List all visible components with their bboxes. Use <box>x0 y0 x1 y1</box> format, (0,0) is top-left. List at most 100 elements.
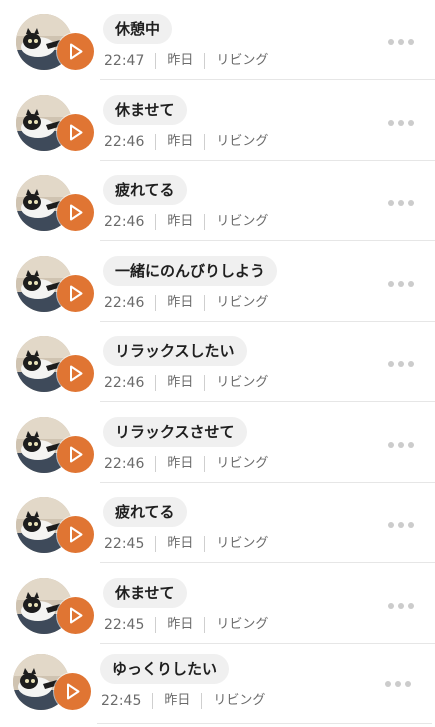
voice-message-row[interactable]: リラックスさせて 22:46 昨日 リビング <box>0 403 435 483</box>
voice-message-row[interactable]: 休ませて 22:45 昨日 リビング <box>0 564 435 644</box>
message-meta: 22:46 昨日 リビング <box>104 132 268 152</box>
meta-divider <box>155 134 157 150</box>
message-meta: 22:46 昨日 リビング <box>104 454 268 474</box>
meta-divider <box>204 456 206 472</box>
voice-message-row[interactable]: 疲れてる 22:46 昨日 リビング <box>0 161 435 241</box>
more-button[interactable] <box>388 197 414 209</box>
row-divider <box>100 401 435 402</box>
play-icon <box>70 124 83 141</box>
message-time: 22:45 <box>101 693 142 709</box>
play-icon <box>67 683 80 700</box>
voice-message-row[interactable]: 一緒にのんびりしよう 22:46 昨日 リビング <box>0 242 435 322</box>
message-bubble: 休憩中 <box>103 14 173 44</box>
play-icon <box>70 526 83 543</box>
message-room: リビング <box>216 456 269 471</box>
message-meta: 22:45 昨日 リビング <box>104 615 268 635</box>
play-button[interactable] <box>54 673 91 710</box>
meta-divider <box>155 375 157 391</box>
message-meta: 22:45 昨日 リビング <box>104 534 268 554</box>
more-button[interactable] <box>385 678 411 690</box>
message-meta: 22:46 昨日 リビング <box>104 373 268 393</box>
meta-divider <box>155 295 157 311</box>
play-icon <box>70 607 83 624</box>
message-bubble: リラックスさせて <box>103 417 247 447</box>
voice-message-row[interactable]: 休ませて 22:46 昨日 リビング <box>0 81 435 161</box>
message-bubble: 疲れてる <box>103 175 187 205</box>
play-icon <box>70 285 83 302</box>
meta-divider <box>155 214 157 230</box>
more-button[interactable] <box>388 519 414 531</box>
more-button[interactable] <box>388 117 414 129</box>
more-button[interactable] <box>388 278 414 290</box>
message-date: 昨日 <box>167 375 194 390</box>
message-room: リビング <box>216 375 269 390</box>
message-room: リビング <box>216 295 269 310</box>
meta-divider <box>204 375 206 391</box>
message-bubble: リラックスしたい <box>103 336 247 366</box>
meta-divider <box>155 617 157 633</box>
message-time: 22:46 <box>104 214 145 230</box>
message-room: リビング <box>216 536 269 551</box>
meta-divider <box>204 536 206 552</box>
play-button[interactable] <box>57 194 94 231</box>
message-date: 昨日 <box>167 295 194 310</box>
meta-divider <box>204 53 206 69</box>
play-icon <box>70 365 83 382</box>
message-bubble: ゆっくりしたい <box>100 654 230 684</box>
message-room: リビング <box>213 693 266 708</box>
message-meta: 22:46 昨日 リビング <box>104 293 268 313</box>
voice-message-row[interactable]: ゆっくりしたい 22:45 昨日 リビング <box>0 644 432 724</box>
play-button[interactable] <box>57 33 94 70</box>
voice-message-row[interactable]: 休憩中 22:47 昨日 リビング <box>0 0 435 80</box>
play-button[interactable] <box>57 275 94 312</box>
play-button[interactable] <box>57 355 94 392</box>
meta-divider <box>201 693 203 709</box>
message-date: 昨日 <box>167 456 194 471</box>
more-dots-icon <box>388 39 394 45</box>
message-bubble: 疲れてる <box>103 497 187 527</box>
play-button[interactable] <box>57 436 94 473</box>
more-dots-icon <box>388 442 394 448</box>
row-divider <box>100 79 435 80</box>
message-bubble: 一緒にのんびりしよう <box>103 256 278 286</box>
message-time: 22:46 <box>104 456 145 472</box>
message-meta: 22:45 昨日 リビング <box>101 691 265 711</box>
message-room: リビング <box>216 617 269 632</box>
more-dots-icon <box>388 361 394 367</box>
message-time: 22:47 <box>104 53 145 69</box>
message-meta: 22:47 昨日 リビング <box>104 51 268 71</box>
message-time: 22:46 <box>104 295 145 311</box>
message-date: 昨日 <box>167 53 194 68</box>
message-room: リビング <box>216 214 269 229</box>
more-button[interactable] <box>388 358 414 370</box>
more-button[interactable] <box>388 439 414 451</box>
message-bubble: 休ませて <box>103 578 187 608</box>
meta-divider <box>204 134 206 150</box>
message-room: リビング <box>216 53 269 68</box>
play-button[interactable] <box>57 516 94 553</box>
message-time: 22:46 <box>104 375 145 391</box>
message-date: 昨日 <box>164 693 191 708</box>
more-dots-icon <box>388 522 394 528</box>
play-icon <box>70 446 83 463</box>
play-button[interactable] <box>57 597 94 634</box>
row-divider <box>100 562 435 563</box>
message-date: 昨日 <box>167 536 194 551</box>
play-icon <box>70 43 83 60</box>
message-bubble: 休ませて <box>103 95 187 125</box>
message-meta: 22:46 昨日 リビング <box>104 212 268 232</box>
voice-message-row[interactable]: リラックスしたい 22:46 昨日 リビング <box>0 322 435 402</box>
message-room: リビング <box>216 134 269 149</box>
voice-message-row[interactable]: 疲れてる 22:45 昨日 リビング <box>0 483 435 563</box>
row-divider <box>100 240 435 241</box>
more-button[interactable] <box>388 600 414 612</box>
meta-divider <box>204 214 206 230</box>
message-date: 昨日 <box>167 617 194 632</box>
more-dots-icon <box>388 281 394 287</box>
more-button[interactable] <box>388 36 414 48</box>
message-time: 22:46 <box>104 134 145 150</box>
more-dots-icon <box>388 120 394 126</box>
meta-divider <box>204 295 206 311</box>
meta-divider <box>155 53 157 69</box>
play-button[interactable] <box>57 114 94 151</box>
